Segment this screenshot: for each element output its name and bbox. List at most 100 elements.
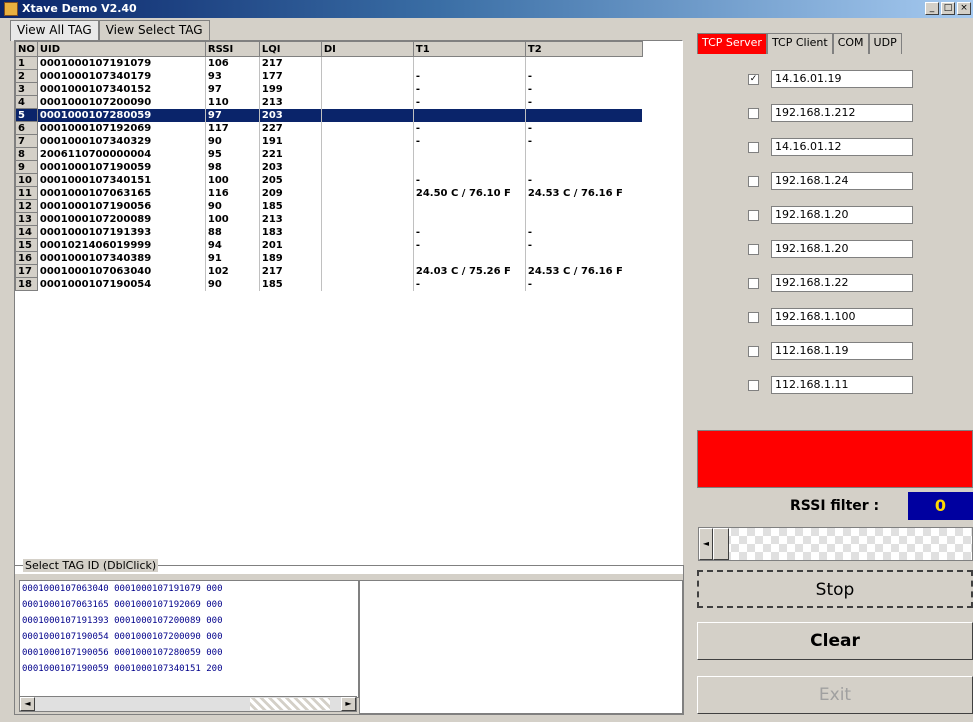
cell-t1: - [412, 225, 526, 239]
cell-uid: 0001000107280059 [36, 108, 206, 122]
select-tag-hscrollbar[interactable]: ◄ ► [19, 696, 357, 712]
slider-left-arrow-icon[interactable]: ◄ [699, 528, 713, 560]
ip-checkbox[interactable] [748, 141, 759, 153]
col-header-t1[interactable]: T1 [412, 41, 526, 57]
cell-no: 12 [15, 199, 38, 213]
table-row[interactable]: 16 0001000107340389 91 189 [15, 251, 643, 265]
scroll-left-arrow-icon[interactable]: ◄ [20, 697, 35, 711]
table-row[interactable]: 9 0001000107190059 98 203 [15, 160, 643, 174]
ip-checkbox[interactable] [748, 209, 759, 221]
ip-address-field[interactable]: 192.168.1.212 [771, 104, 913, 122]
table-row[interactable]: 11 0001000107063165 116 209 24.50 C / 76.10 … [15, 186, 643, 200]
ip-address-field[interactable]: 192.168.1.22 [771, 274, 913, 292]
col-header-t2[interactable]: T2 [524, 41, 643, 57]
rssi-filter-label: RSSI filter : [790, 498, 880, 514]
list-item[interactable]: 0001000107063165 0001000107192069 000 [20, 597, 358, 613]
col-header-uid[interactable]: UID [36, 41, 206, 57]
slider-thumb[interactable] [713, 528, 729, 560]
col-header-rssi[interactable]: RSSI [204, 41, 260, 57]
list-item[interactable]: 0001000107191393 0001000107200089 000 [20, 613, 358, 629]
ip-address-field[interactable]: 14.16.01.19 [771, 70, 913, 88]
ip-checkbox[interactable] [748, 277, 759, 289]
close-button[interactable]: × [957, 2, 971, 15]
cell-no: 2 [15, 69, 38, 83]
tag-grid[interactable]: NO UID RSSI LQI DI T1 T2 1 00010001071910… [14, 40, 683, 574]
cell-t1 [412, 56, 526, 70]
list-item[interactable]: 0001000107190056 0001000107280059 000 [20, 645, 358, 661]
cell-t2: - [524, 82, 643, 96]
table-row[interactable]: 15 0001021406019999 94 201 - - [15, 238, 643, 252]
cell-t2: - [524, 121, 643, 135]
cell-no: 6 [15, 121, 38, 135]
table-row[interactable]: 17 0001000107063040 102 217 24.03 C / 75.26 … [15, 264, 643, 278]
table-row[interactable]: 3 0001000107340152 97 199 - - [15, 82, 643, 96]
table-row[interactable]: 8 2006110700000004 95 221 [15, 147, 643, 161]
rssi-filter-slider[interactable]: ◄ [698, 527, 973, 561]
table-row[interactable]: 12 0001000107190056 90 185 [15, 199, 643, 213]
table-row[interactable]: 18 0001000107190054 90 185 - - [15, 277, 643, 291]
cell-no: 3 [15, 82, 38, 96]
table-row[interactable]: 14 0001000107191393 88 183 - - [15, 225, 643, 239]
list-item[interactable]: 0001000107190054 0001000107200090 000 [20, 629, 358, 645]
minimize-button[interactable]: _ [925, 2, 939, 15]
tab-view-select-tag[interactable]: View Select TAG [98, 20, 210, 41]
cell-lqi: 213 [258, 95, 322, 109]
list-item[interactable]: 0001000107063040 0001000107191079 000 [20, 581, 358, 597]
ip-address-field[interactable]: 192.168.1.20 [771, 240, 913, 258]
cell-lqi: 177 [258, 69, 322, 83]
ip-row: 192.168.1.22 [748, 274, 913, 292]
ip-row: 192.168.1.212 [748, 104, 913, 122]
cell-di [320, 186, 414, 200]
maximize-button[interactable]: □ [941, 2, 955, 15]
ip-checkbox[interactable] [748, 311, 759, 323]
table-row[interactable]: 13 0001000107200089 100 213 [15, 212, 643, 226]
tab-tcp-server[interactable]: TCP Server [697, 33, 767, 54]
cell-di [320, 225, 414, 239]
table-row[interactable]: 4 0001000107200090 110 213 - - [15, 95, 643, 109]
ip-checkbox[interactable] [748, 379, 759, 391]
cell-uid: 0001000107191079 [36, 56, 206, 70]
clear-button[interactable]: Clear [697, 622, 973, 660]
table-row[interactable]: 2 0001000107340179 93 177 - - [15, 69, 643, 83]
cell-t1: - [412, 134, 526, 148]
table-row[interactable]: 1 0001000107191079 106 217 [15, 56, 643, 70]
tab-view-all-tag[interactable]: View All TAG [10, 20, 99, 41]
col-header-no[interactable]: NO [15, 41, 38, 57]
cell-di [320, 121, 414, 135]
ip-checkbox[interactable] [748, 107, 759, 119]
ip-checkbox[interactable]: ✓ [748, 73, 759, 85]
window-controls: _ □ × [925, 2, 971, 15]
ip-address-field[interactable]: 192.168.1.20 [771, 206, 913, 224]
stop-button[interactable]: Stop [697, 570, 973, 608]
select-tag-list[interactable]: 0001000107063040 0001000107191079 000 000… [19, 580, 359, 698]
tab-com[interactable]: COM [832, 33, 869, 54]
cell-lqi: 201 [258, 238, 322, 252]
cell-t2 [524, 108, 643, 122]
cell-no: 14 [15, 225, 38, 239]
table-row[interactable]: 10 0001000107340151 100 205 - - [15, 173, 643, 187]
ip-checkbox[interactable] [748, 175, 759, 187]
col-header-lqi[interactable]: LQI [258, 41, 322, 57]
ip-address-field[interactable]: 112.168.1.11 [771, 376, 913, 394]
tab-tcp-client[interactable]: TCP Client [766, 33, 833, 54]
table-row[interactable]: 5 0001000107280059 97 203 [15, 108, 643, 122]
ip-address-field[interactable]: 192.168.1.24 [771, 172, 913, 190]
cell-lqi: 199 [258, 82, 322, 96]
tab-udp[interactable]: UDP [868, 33, 902, 54]
scroll-thumb[interactable] [250, 698, 330, 710]
table-row[interactable]: 6 0001000107192069 117 227 - - [15, 121, 643, 135]
scroll-right-arrow-icon[interactable]: ► [341, 697, 356, 711]
exit-button[interactable]: Exit [697, 676, 973, 714]
col-header-di[interactable]: DI [320, 41, 414, 57]
ip-checkbox[interactable] [748, 345, 759, 357]
cell-uid: 0001000107340151 [36, 173, 206, 187]
ip-address-field[interactable]: 192.168.1.100 [771, 308, 913, 326]
cell-lqi: 203 [258, 160, 322, 174]
table-row[interactable]: 7 0001000107340329 90 191 - - [15, 134, 643, 148]
ip-address-field[interactable]: 14.16.01.12 [771, 138, 913, 156]
ip-address-field[interactable]: 112.168.1.19 [771, 342, 913, 360]
list-item[interactable]: 0001000107190059 0001000107340151 200 [20, 661, 358, 677]
cell-rssi: 116 [204, 186, 260, 200]
ip-checkbox[interactable] [748, 243, 759, 255]
cell-rssi: 95 [204, 147, 260, 161]
